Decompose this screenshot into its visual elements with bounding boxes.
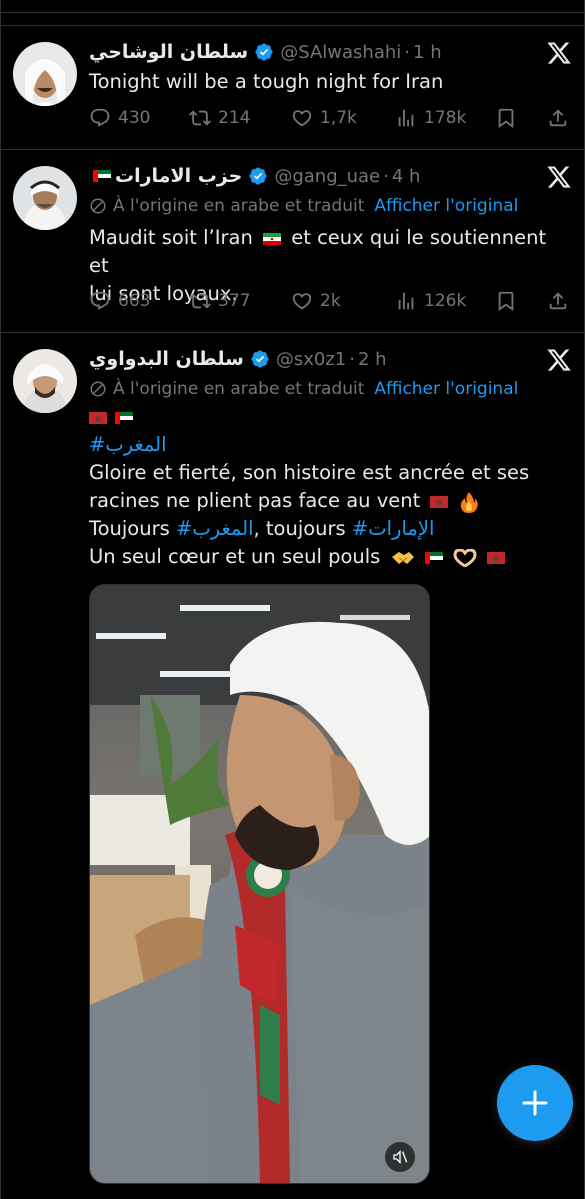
tweet-text: Tonight will be a tough night for Iran — [89, 70, 444, 93]
translation-notice: À l'origine en arabe et traduit Afficher… — [89, 377, 518, 401]
like-button[interactable]: 1,7k — [291, 107, 357, 129]
translation-note: À l'origine en arabe et traduit — [113, 379, 365, 399]
timeline: سلطان الوشاحي @SAlwashahi · 1 h Tonight … — [0, 0, 585, 1199]
like-button[interactable]: 2k — [291, 290, 341, 312]
action-bar: 430 214 1,7k 178k — [89, 103, 574, 133]
morocco-flag-icon — [430, 495, 449, 508]
views-icon — [398, 292, 414, 310]
x-logo-icon — [547, 349, 571, 371]
reply-count: 663 — [118, 291, 151, 311]
iran-flag-icon — [263, 232, 282, 245]
like-icon — [292, 110, 312, 127]
tweet-1[interactable]: سلطان الوشاحي @SAlwashahi · 1 h Tonight … — [1, 25, 585, 149]
handle[interactable]: @sx0z1 — [276, 349, 346, 370]
separator-dot: · — [383, 165, 389, 187]
reply-button[interactable]: 663 — [89, 290, 150, 312]
divider — [1, 12, 584, 13]
like-count: 1,7k — [320, 108, 357, 128]
hashtag-link[interactable]: #الإمارات — [352, 517, 434, 540]
retweet-count: 377 — [218, 291, 251, 311]
globe-icon — [90, 381, 106, 397]
share-icon — [549, 109, 567, 127]
timestamp[interactable]: 2 h — [358, 349, 387, 370]
share-button[interactable] — [547, 107, 576, 129]
compose-plus-icon — [522, 1090, 548, 1116]
retweet-button[interactable]: 377 — [189, 290, 250, 312]
uae-flag-icon — [424, 551, 443, 564]
share-icon — [549, 292, 567, 310]
reply-icon — [90, 108, 110, 127]
like-count: 2k — [320, 291, 341, 311]
avatar[interactable] — [13, 166, 77, 230]
hashtag-link[interactable]: #المغرب — [176, 517, 254, 540]
x-logo-icon — [547, 42, 571, 64]
uae-flag-icon — [93, 170, 111, 182]
fire-icon — [460, 491, 478, 513]
verified-icon — [255, 43, 273, 61]
morocco-flag-icon — [487, 551, 506, 564]
retweet-count: 214 — [218, 108, 251, 128]
hashtag-link[interactable]: #المغرب — [89, 431, 562, 459]
display-name[interactable]: سلطان البدواوي — [89, 348, 244, 370]
timestamp[interactable]: 4 h — [392, 166, 421, 187]
translation-note: À l'origine en arabe et traduit — [113, 196, 365, 216]
bookmark-button[interactable] — [495, 290, 524, 312]
retweet-icon — [189, 293, 211, 309]
views-count: 126k — [424, 291, 467, 311]
handle[interactable]: @gang_uae — [274, 166, 380, 187]
reply-count: 430 — [118, 108, 151, 128]
like-icon — [292, 293, 312, 310]
reply-icon — [90, 291, 110, 310]
retweet-icon — [189, 110, 211, 126]
share-button[interactable] — [547, 290, 576, 312]
tweet-text-part: racines ne plient pas face au vent — [89, 489, 421, 512]
handshake-icon — [391, 551, 414, 564]
translation-notice: À l'origine en arabe et traduit Afficher… — [89, 194, 518, 218]
show-original-link[interactable]: Afficher l'original — [374, 196, 518, 216]
show-original-link[interactable]: Afficher l'original — [374, 379, 518, 399]
display-name[interactable]: حزب الامارات — [115, 165, 242, 187]
video-player[interactable] — [89, 584, 430, 1184]
tweet-text-part: , toujours — [253, 517, 346, 540]
timestamp[interactable]: 1 h — [413, 42, 442, 63]
morocco-flag-icon — [89, 412, 107, 424]
mute-icon — [393, 1150, 408, 1164]
reply-button[interactable]: 430 — [89, 107, 150, 129]
globe-icon — [90, 198, 106, 214]
avatar[interactable] — [13, 349, 77, 413]
tweet-text-part: Maudit soit l’Iran — [89, 226, 253, 249]
tweet-2[interactable]: حزب الامارات @gang_uae · 4 h À l'origine… — [1, 149, 585, 332]
tweet-text-part: Un seul cœur et un seul pouls — [89, 545, 381, 568]
separator-dot: · — [404, 41, 411, 63]
views-button[interactable]: 178k — [395, 107, 466, 129]
handle[interactable]: @SAlwashahi — [280, 42, 401, 63]
verified-icon — [251, 350, 269, 368]
bookmark-button[interactable] — [495, 107, 524, 129]
x-logo-icon — [547, 166, 571, 188]
bookmark-icon — [498, 108, 514, 129]
views-button[interactable]: 126k — [395, 290, 466, 312]
tweet-text-part: Toujours — [89, 517, 170, 540]
verified-icon — [249, 167, 267, 185]
views-icon — [398, 109, 414, 127]
uae-flag-icon — [115, 412, 133, 424]
retweet-button[interactable]: 214 — [189, 107, 250, 129]
separator-dot: · — [349, 348, 355, 370]
avatar[interactable] — [13, 42, 77, 106]
video-frame — [90, 585, 429, 1183]
action-bar: 663 377 2k 126k — [89, 286, 574, 316]
bookmark-icon — [498, 291, 514, 312]
compose-button[interactable] — [497, 1065, 573, 1141]
heart-hands-icon — [453, 547, 477, 568]
tweet-text: #المغرب Gloire et fierté, son histoire e… — [89, 405, 562, 571]
tweet-text-part: Gloire et fierté, son histoire est ancré… — [89, 461, 530, 484]
views-count: 178k — [424, 108, 467, 128]
display-name[interactable]: سلطان الوشاحي — [89, 41, 248, 63]
mute-button[interactable] — [385, 1142, 415, 1172]
